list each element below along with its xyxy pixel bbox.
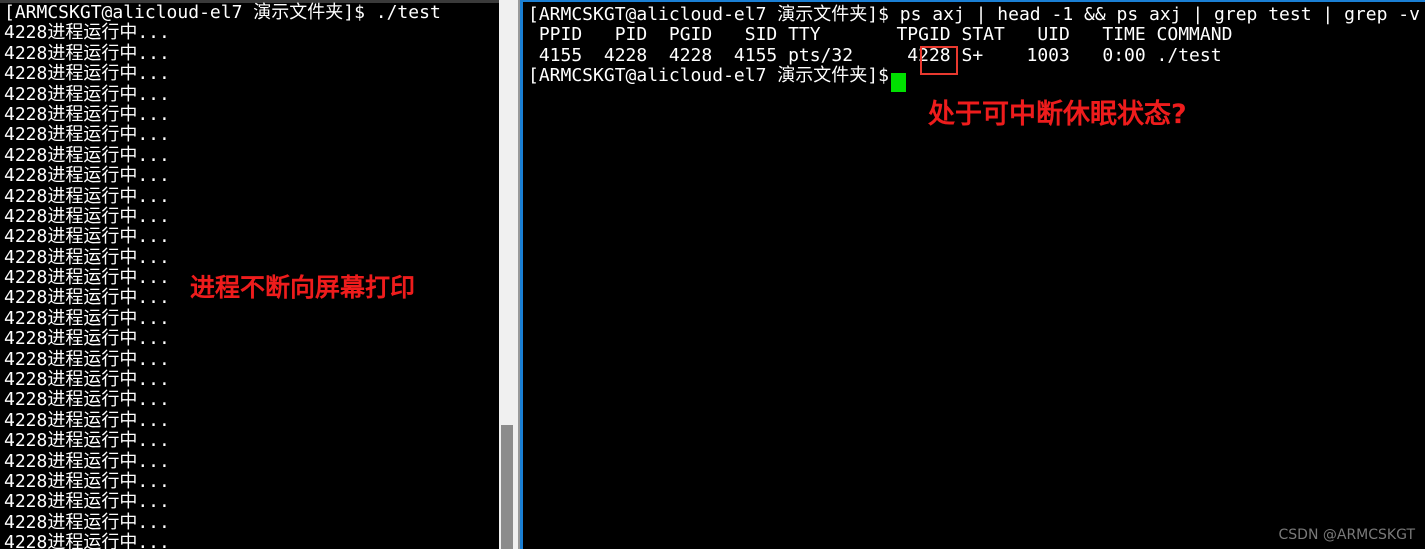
scrollbar-thumb[interactable] (501, 425, 513, 549)
left-terminal-output-line: 4228进程运行中... (4, 226, 170, 248)
left-terminal-output-line: 4228进程运行中... (4, 165, 170, 187)
annotation-interruptible-sleep: 处于可中断休眠状态? (928, 99, 1187, 130)
left-terminal-output-line: 4228进程运行中... (4, 124, 170, 146)
screenshot-root: [ARMCSKGT@alicloud-el7 演示文件夹]$ ./test 422… (0, 0, 1425, 549)
left-terminal-output-line: 4228进程运行中... (4, 491, 170, 513)
scrollbar-track[interactable] (499, 0, 516, 549)
left-terminal-output-line: 4228进程运行中... (4, 389, 170, 411)
watermark: CSDN @ARMCSKGT (1278, 527, 1416, 543)
right-terminal-pane[interactable]: [ARMCSKGT@alicloud-el7 演示文件夹]$ ps axj | … (520, 0, 1425, 549)
left-terminal-output-line: 4228进程运行中... (4, 246, 170, 268)
left-terminal-output-line: 4228进程运行中... (4, 42, 170, 64)
left-terminal-pane[interactable]: [ARMCSKGT@alicloud-el7 演示文件夹]$ ./test 422… (0, 0, 499, 549)
left-terminal-output-line: 4228进程运行中... (4, 470, 170, 492)
left-terminal-output-line: 4228进程运行中... (4, 103, 170, 125)
right-terminal-ps-row: 4155 4228 4228 4155 pts/32 4228 S+ 1003 … (528, 44, 1222, 66)
terminal-cursor (891, 73, 906, 92)
left-terminal-output-line: 4228进程运行中... (4, 307, 170, 329)
left-terminal-prompt-line: [ARMCSKGT@alicloud-el7 演示文件夹]$ ./test (4, 2, 441, 23)
left-terminal-output-line: 4228进程运行中... (4, 511, 170, 533)
left-terminal-output-line: 4228进程运行中... (4, 369, 170, 391)
left-terminal-output-line: 4228进程运行中... (4, 532, 170, 549)
scrollbar-region[interactable] (499, 0, 520, 549)
left-terminal-output-line: 4228进程运行中... (4, 409, 170, 431)
annotation-process-printing: 进程不断向屏幕打印 (190, 273, 416, 302)
right-terminal-output: [ARMCSKGT@alicloud-el7 演示文件夹]$ ps axj | … (528, 4, 1425, 87)
left-terminal-output-line: 4228进程运行中... (4, 430, 170, 452)
left-terminal-output-line: 4228进程运行中... (4, 83, 170, 105)
left-terminal-output-line: 4228进程运行中... (4, 185, 170, 207)
right-terminal-command-line: [ARMCSKGT@alicloud-el7 演示文件夹]$ ps axj | … (528, 4, 1425, 25)
right-terminal-ps-header: PPID PID PGID SID TTY TPGID STAT UID TIM… (528, 24, 1233, 46)
left-terminal-output-line: 4228进程运行中... (4, 328, 170, 350)
left-terminal-output-line: 4228进程运行中... (4, 144, 170, 166)
stat-value-highlight-box (920, 46, 958, 75)
left-terminal-output-line: 4228进程运行中... (4, 63, 170, 85)
right-terminal-prompt-line: [ARMCSKGT@alicloud-el7 演示文件夹]$ (528, 65, 900, 87)
left-terminal-output-line: 4228进程运行中... (4, 22, 170, 44)
left-terminal-output-line: 4228进程运行中... (4, 348, 170, 370)
left-terminal-output-line: 4228进程运行中... (4, 205, 170, 227)
left-terminal-output-line: 4228进程运行中... (4, 450, 170, 472)
